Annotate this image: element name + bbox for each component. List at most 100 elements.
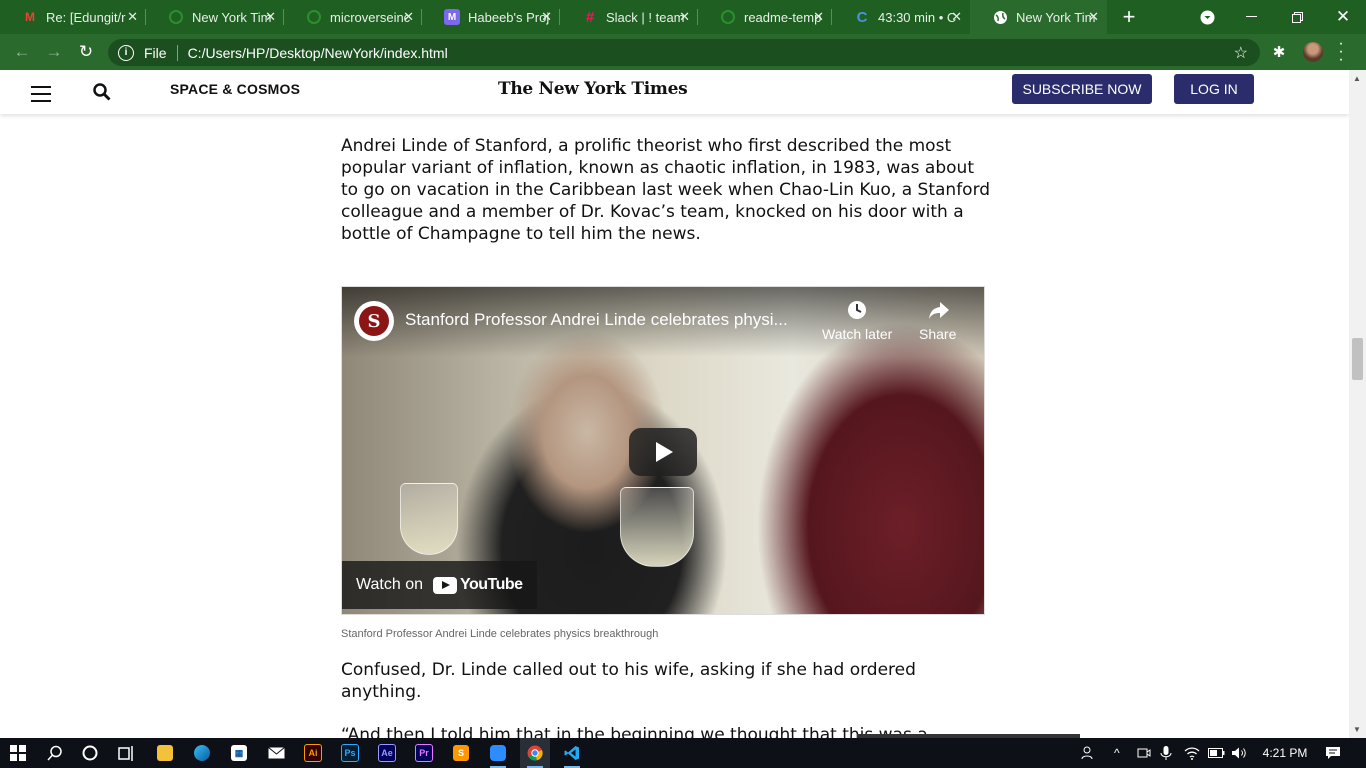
microphone-icon[interactable]: [1160, 738, 1172, 768]
timer-icon: C: [856, 8, 868, 26]
browser-tab-active[interactable]: New York Tim ✕: [970, 0, 1107, 34]
scroll-up-icon[interactable]: ▲: [1353, 74, 1361, 83]
section-link[interactable]: SPACE & COSMOS: [170, 81, 300, 97]
scrollbar-thumb[interactable]: [1352, 338, 1363, 380]
close-tab-icon[interactable]: ✕: [951, 9, 962, 25]
scheme-label: File: [144, 44, 167, 61]
address-bar[interactable]: i File C:/Users/HP/Desktop/NewYork/index…: [108, 39, 1260, 66]
tab-title: Slack | ! team: [606, 9, 685, 25]
scroll-down-icon[interactable]: ▼: [1353, 725, 1361, 734]
illustrator-icon[interactable]: Ai: [298, 738, 328, 768]
clock-text[interactable]: 4:21 PM: [1262, 738, 1308, 768]
cortana-icon[interactable]: [75, 738, 105, 768]
close-tab-icon[interactable]: ✕: [541, 9, 552, 25]
slack-icon: #: [585, 8, 595, 26]
tab-search-icon[interactable]: [1195, 0, 1219, 34]
task-view-icon[interactable]: [111, 738, 141, 768]
article-paragraph: Confused, Dr. Linde called out to his wi…: [341, 660, 916, 702]
page-scrollbar[interactable]: ▲ ▼: [1349, 70, 1366, 738]
article-paragraph: Andrei Linde of Stanford, a prolific the…: [341, 136, 991, 244]
youtube-logo: YouTube: [433, 576, 523, 594]
url-text[interactable]: C:/Users/HP/Desktop/NewYork/index.html: [188, 45, 448, 61]
close-tab-icon[interactable]: ✕: [127, 9, 138, 25]
minimize-icon[interactable]: [1236, 0, 1266, 34]
tab-title: Habeeb's Proj: [468, 9, 550, 25]
bookmark-star-icon[interactable]: ☆: [1234, 43, 1248, 63]
github-icon: [306, 9, 322, 25]
restore-icon[interactable]: [1282, 0, 1312, 34]
menu-kebab-icon[interactable]: · · ·: [1336, 36, 1346, 68]
sublime-icon[interactable]: S: [446, 738, 476, 768]
close-tab-icon[interactable]: ✕: [265, 9, 276, 25]
browser-tab[interactable]: C 43:30 min • C ✕: [832, 0, 970, 34]
close-tab-icon[interactable]: ✕: [403, 9, 414, 25]
watch-on-youtube-button[interactable]: Watch on YouTube: [342, 561, 537, 609]
tab-title: Re: [Edungit/r: [46, 9, 126, 25]
browser-tab[interactable]: New York Tim ✕: [146, 0, 284, 34]
notifications-icon[interactable]: [1325, 738, 1341, 768]
browser-tab[interactable]: microverseinc ✕: [284, 0, 422, 34]
avatar[interactable]: [1303, 42, 1323, 62]
search-icon[interactable]: [93, 83, 111, 101]
gmail-icon: M: [25, 10, 35, 24]
reload-icon[interactable]: ↻: [72, 34, 100, 70]
tab-title: New York Tim: [192, 9, 272, 25]
page-viewport: SPACE & COSMOS The New York Times SUBSCR…: [0, 70, 1349, 738]
file-explorer-icon[interactable]: [150, 738, 180, 768]
wifi-icon[interactable]: [1184, 738, 1200, 768]
watch-later-label: Watch later: [822, 326, 893, 342]
play-button[interactable]: [629, 428, 697, 476]
browser-tab[interactable]: M Re: [Edungit/r ✕: [0, 0, 146, 34]
battery-icon[interactable]: [1208, 738, 1225, 768]
github-icon: [168, 9, 184, 25]
clock-icon: [847, 300, 867, 320]
video-title[interactable]: Stanford Professor Andrei Linde celebrat…: [405, 310, 815, 330]
close-tab-icon[interactable]: ✕: [813, 9, 824, 25]
people-icon[interactable]: [1081, 738, 1097, 768]
premiere-icon[interactable]: Pr: [409, 738, 439, 768]
app-icon: M: [444, 9, 460, 25]
meet-now-icon[interactable]: [1137, 738, 1151, 768]
subscribe-button[interactable]: SUBSCRIBE NOW: [1012, 74, 1152, 104]
store-icon[interactable]: ▦: [224, 738, 254, 768]
mail-icon[interactable]: [261, 738, 291, 768]
search-icon[interactable]: [40, 738, 70, 768]
volume-icon[interactable]: [1231, 738, 1248, 768]
info-icon[interactable]: i: [118, 44, 134, 61]
chrome-icon[interactable]: [520, 738, 550, 768]
youtube-video-embed[interactable]: S Stanford Professor Andrei Linde celebr…: [341, 286, 985, 615]
new-tab-button[interactable]: +: [1115, 0, 1143, 34]
watch-later-button[interactable]: Watch later: [822, 300, 892, 342]
share-button[interactable]: Share: [919, 300, 956, 342]
watch-on-label: Watch on: [356, 576, 423, 593]
edge-icon[interactable]: [187, 738, 217, 768]
github-icon: [720, 9, 736, 25]
extensions-icon[interactable]: ✱: [1270, 43, 1288, 61]
forward-icon[interactable]: →: [40, 34, 68, 70]
wine-glass-image: [620, 487, 694, 567]
tab-title: 43:30 min • C: [878, 9, 957, 25]
browser-tab[interactable]: readme-temp ✕: [698, 0, 832, 34]
close-tab-icon[interactable]: ✕: [1088, 9, 1099, 25]
close-tab-icon[interactable]: ✕: [679, 9, 690, 25]
vscode-icon[interactable]: [557, 738, 587, 768]
share-icon: [928, 300, 949, 320]
close-window-icon[interactable]: ✕: [1328, 0, 1358, 34]
back-icon[interactable]: ←: [8, 34, 36, 70]
chevron-up-icon[interactable]: ^: [1114, 738, 1120, 768]
globe-icon: [992, 9, 1008, 25]
login-button[interactable]: LOG IN: [1174, 74, 1254, 104]
hamburger-menu-icon[interactable]: [31, 86, 51, 102]
wine-glass-image: [400, 483, 458, 555]
nyt-logo[interactable]: The New York Times: [498, 79, 688, 99]
video-caption: Stanford Professor Andrei Linde celebrat…: [341, 628, 659, 640]
zoom-icon[interactable]: [483, 738, 513, 768]
browser-tab[interactable]: # Slack | ! team ✕: [560, 0, 698, 34]
photoshop-icon[interactable]: Ps: [335, 738, 365, 768]
browser-tab[interactable]: M Habeeb's Proj ✕: [422, 0, 560, 34]
youtube-icon: [433, 576, 457, 594]
site-header: SPACE & COSMOS The New York Times SUBSCR…: [0, 70, 1349, 114]
after-effects-icon[interactable]: Ae: [372, 738, 402, 768]
channel-logo[interactable]: S: [354, 301, 394, 341]
start-icon[interactable]: [3, 738, 33, 768]
